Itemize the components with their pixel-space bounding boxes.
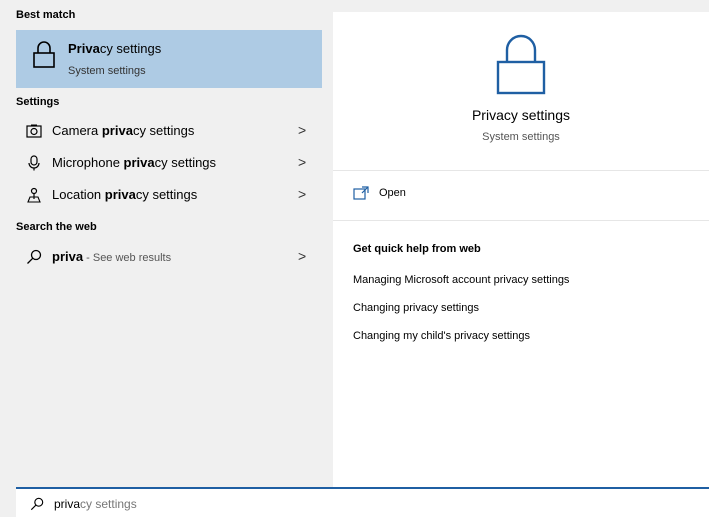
preview-header: Privacy settings System settings [333,12,709,171]
search-icon [27,249,42,264]
open-label: Open [379,187,406,199]
search-box[interactable]: privacy settings [16,487,709,517]
search-input[interactable]: privacy settings [54,497,137,511]
lock-icon [496,34,546,95]
result-location-privacy[interactable]: Location privacy settings > [16,181,322,209]
preview-subtitle: System settings [482,131,560,143]
chevron-right-icon[interactable]: > [298,186,306,202]
camera-icon [26,124,42,138]
chevron-right-icon[interactable]: > [298,154,306,170]
help-link[interactable]: Changing privacy settings [353,302,479,314]
help-link[interactable]: Managing Microsoft account privacy setti… [353,274,569,286]
preview-pane: Privacy settings System settings Open Ge… [333,12,709,487]
divider [333,220,709,221]
best-match-heading: Best match [16,9,76,21]
lock-icon [33,41,55,68]
help-heading: Get quick help from web [353,243,481,255]
chevron-right-icon[interactable]: > [298,248,306,264]
best-match-privacy-settings[interactable]: Privacy settings System settings [16,30,322,88]
results-pane: Best match Privacy settings System setti… [0,0,325,487]
chevron-right-icon[interactable]: > [298,122,306,138]
search-icon [30,497,44,511]
result-label: Microphone privacy settings [52,155,217,170]
location-icon [27,187,41,203]
result-camera-privacy[interactable]: Camera privacy settings > [16,117,322,145]
result-label: Camera privacy settings [52,123,195,138]
help-link[interactable]: Changing my child's privacy settings [353,330,530,342]
result-label: priva - See web results [52,249,172,264]
result-web-search[interactable]: priva - See web results > [16,243,322,271]
settings-heading: Settings [16,96,60,108]
open-action[interactable]: Open [353,184,693,206]
result-microphone-privacy[interactable]: Microphone privacy settings > [16,149,322,177]
result-label: Location privacy settings [52,187,198,202]
search-web-heading: Search the web [16,221,97,233]
microphone-icon [28,155,40,171]
best-match-title: Privacy settings [68,41,162,56]
open-icon [353,186,369,200]
best-match-subtitle: System settings [68,65,146,77]
preview-title: Privacy settings [471,107,571,123]
